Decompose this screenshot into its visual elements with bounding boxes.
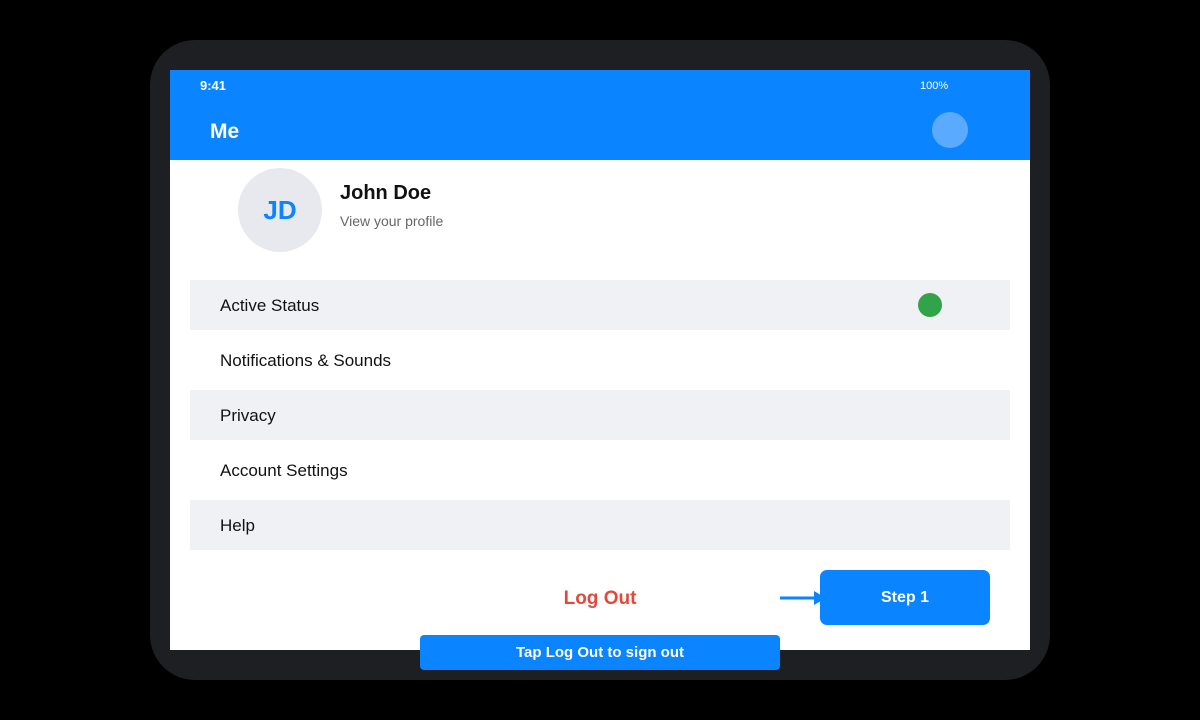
menu-item-label: Account Settings <box>220 461 348 480</box>
view-profile-link[interactable]: View your profile <box>340 213 443 229</box>
menu-item-privacy[interactable]: Privacy <box>190 390 1010 440</box>
log-out-button[interactable]: Log Out <box>500 588 700 610</box>
settings-menu: Active Status Notifications & Sounds Pri… <box>190 280 1010 555</box>
menu-item-label: Help <box>220 516 255 535</box>
menu-item-label: Privacy <box>220 406 276 425</box>
profile-name: John Doe <box>340 182 432 204</box>
app-header: 9:41 100% Me <box>170 70 1030 160</box>
app-screen: 9:41 100% Me JD John Doe View your profi… <box>170 70 1030 650</box>
menu-item-label: Notifications & Sounds <box>220 351 392 370</box>
header-avatar-icon[interactable] <box>932 112 968 148</box>
menu-item-notifications-sounds[interactable]: Notifications & Sounds <box>190 335 1010 385</box>
tutorial-hint: Tap Log Out to sign out <box>420 635 780 670</box>
battery-level: 100% <box>920 80 949 92</box>
status-dot-icon <box>918 293 942 317</box>
menu-item-account-settings[interactable]: Account Settings <box>190 445 1010 495</box>
menu-item-label: Active Status <box>220 296 320 315</box>
menu-item-help[interactable]: Help <box>190 500 1010 550</box>
page-title: Me <box>210 120 240 143</box>
step-badge: Step 1 <box>820 570 990 625</box>
status-time: 9:41 <box>200 78 227 93</box>
profile-card[interactable]: JD John Doe View your profile <box>230 165 630 255</box>
avatar: JD <box>238 168 322 252</box>
menu-item-active-status[interactable]: Active Status <box>190 280 1010 330</box>
